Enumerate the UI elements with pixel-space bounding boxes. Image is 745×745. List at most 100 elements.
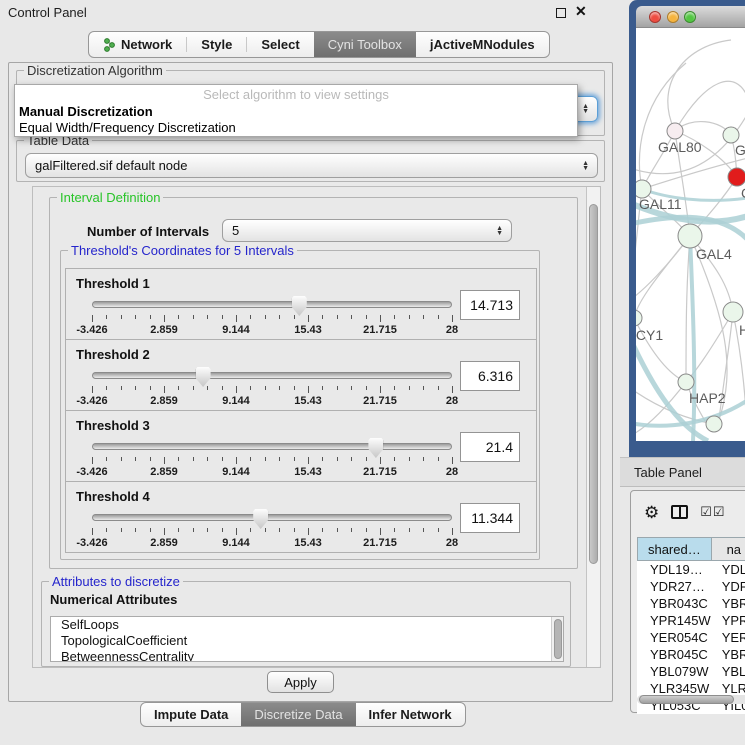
algorithm-dropdown-popup: Select algorithm to view settings Manual… (14, 84, 578, 137)
dropdown-option-equal-width-frequency[interactable]: Equal Width/Frequency Discretization (15, 119, 577, 135)
slider-track[interactable] (92, 372, 452, 379)
network-node[interactable] (667, 123, 683, 139)
zoom-traffic-light-icon[interactable] (684, 11, 696, 23)
slider-tick (135, 315, 136, 319)
slider-thumb[interactable] (292, 296, 307, 316)
network-node[interactable] (678, 374, 694, 390)
cell-name[interactable]: YBL0 (711, 663, 745, 680)
tab-infer-network[interactable]: Infer Network (356, 703, 465, 726)
dropdown-option-manual-discretization[interactable]: Manual Discretization (15, 103, 577, 119)
tab-network[interactable]: Network (89, 32, 186, 57)
threshold-slider[interactable]: -3.4262.8599.14415.4321.71528 (92, 437, 452, 479)
tab-style[interactable]: Style (187, 32, 246, 57)
cell-name[interactable]: YPR1 (711, 612, 745, 629)
slider-track[interactable] (92, 514, 452, 521)
scrollbar-thumb[interactable] (554, 619, 562, 659)
table-row[interactable]: YBR045CYBR0 (638, 646, 745, 663)
table-data-combobox[interactable]: galFiltered.sif default node ▲▼ (25, 153, 598, 178)
network-node[interactable] (723, 127, 739, 143)
cell-shared-name[interactable]: YBR043C (638, 595, 712, 612)
slider-tick (322, 528, 323, 532)
table-row[interactable]: YDR27…YDR2 (638, 578, 745, 595)
checkbox-checked-icons[interactable]: ☑☑ (700, 504, 725, 520)
cell-name[interactable]: YER0 (711, 629, 745, 646)
network-node[interactable] (636, 310, 642, 326)
slider-tick (308, 386, 309, 393)
network-node[interactable] (728, 168, 745, 186)
column-header-shared[interactable]: shared… (638, 538, 712, 561)
minimize-traffic-light-icon[interactable] (667, 11, 679, 23)
cell-shared-name[interactable]: YDL19… (638, 561, 712, 578)
tab-jactivemnodules[interactable]: jActiveMNodules (416, 32, 549, 57)
scrollbar-thumb[interactable] (589, 204, 598, 564)
float-panel-icon[interactable] (556, 8, 566, 18)
slider-tick (294, 528, 295, 532)
table-row[interactable]: YPR145WYPR1 (638, 612, 745, 629)
close-traffic-light-icon[interactable] (649, 11, 661, 23)
slider-track[interactable] (92, 301, 452, 308)
threshold-value-field[interactable]: 6.316 (460, 361, 520, 391)
slider-tick (150, 386, 151, 390)
slider-tick (106, 386, 107, 390)
threshold-label: Threshold 4 (76, 489, 150, 504)
threshold-value-field[interactable]: 14.713 (460, 290, 520, 320)
threshold-slider[interactable]: -3.4262.8599.14415.4321.71528 (92, 366, 452, 408)
cell-shared-name[interactable]: YBL079W (638, 663, 712, 680)
slider-tick (308, 457, 309, 464)
tab-select[interactable]: Select (247, 32, 313, 57)
list-item[interactable]: TopologicalCoefficient (51, 633, 563, 649)
network-node[interactable] (706, 416, 722, 432)
stepper-arrows-icon: ▲▼ (582, 154, 589, 177)
cell-name[interactable]: YDL1 (711, 561, 745, 578)
cell-shared-name[interactable]: YPR145W (638, 612, 712, 629)
slider-tick (438, 528, 439, 532)
slider-thumb[interactable] (368, 438, 383, 458)
slider-tick (308, 315, 309, 322)
network-canvas[interactable]: GAL80GACGAL11GAL4GCY1HHAP2 (636, 28, 745, 441)
table-row[interactable]: YBR043CYBR0 (638, 595, 745, 612)
threshold-row: Threshold 2 -3.4262.8599.14415.4321.7152… (65, 339, 537, 411)
table-horizontal-scrollbar[interactable] (637, 695, 745, 704)
slider-tick-label: 15.43 (294, 537, 322, 549)
list-item[interactable]: SelfLoops (51, 617, 563, 633)
table-row[interactable]: YDL19…YDL1 (638, 561, 745, 578)
cell-shared-name[interactable]: YDR27… (638, 578, 712, 595)
cell-name[interactable]: YBR0 (711, 646, 745, 663)
split-view-icon[interactable] (671, 505, 688, 519)
tab-discretize-data[interactable]: Discretize Data (241, 703, 355, 726)
close-panel-icon[interactable]: ✕ (575, 3, 587, 20)
cell-name[interactable]: YLR3 (711, 680, 745, 697)
table-row[interactable]: YBL079WYBL0 (638, 663, 745, 680)
number-of-intervals-combobox[interactable]: 5 ▲▼ (222, 219, 512, 242)
settings-vertical-scrollbar[interactable] (586, 187, 600, 667)
column-header-name[interactable]: na (711, 538, 745, 561)
apply-button[interactable]: Apply (267, 671, 334, 693)
tab-cyni-toolbox[interactable]: Cyni Toolbox (314, 32, 416, 57)
slider-thumb[interactable] (253, 509, 268, 529)
cell-shared-name[interactable]: YLR345W (638, 680, 712, 697)
slider-thumb[interactable] (196, 367, 211, 387)
slider-tick (92, 386, 93, 393)
scrollbar-thumb[interactable] (639, 695, 734, 704)
table-row[interactable]: YER054CYER0 (638, 629, 745, 646)
cell-name[interactable]: YDR2 (711, 578, 745, 595)
list-item[interactable]: BetweennessCentrality (51, 649, 563, 662)
slider-track[interactable] (92, 443, 452, 450)
interval-definition-group: Interval Definition Number of Intervals … (49, 197, 578, 569)
threshold-value-field[interactable]: 21.4 (460, 432, 520, 462)
network-node[interactable] (678, 224, 702, 248)
threshold-slider[interactable]: -3.4262.8599.14415.4321.71528 (92, 295, 452, 337)
slider-tick (409, 457, 410, 461)
table-row[interactable]: YLR345WYLR3 (638, 680, 745, 697)
slider-tick (394, 528, 395, 532)
threshold-value-field[interactable]: 11.344 (460, 503, 520, 533)
attribute-list-scrollbar[interactable] (551, 617, 563, 661)
cell-shared-name[interactable]: YBR045C (638, 646, 712, 663)
tab-impute-data[interactable]: Impute Data (141, 703, 241, 726)
threshold-slider[interactable]: -3.4262.8599.14415.4321.71528 (92, 508, 452, 550)
table-panel-toolbar: ⚙ ☑☑ (631, 491, 745, 533)
gear-icon[interactable]: ⚙ (644, 504, 659, 521)
cell-name[interactable]: YBR0 (711, 595, 745, 612)
cell-shared-name[interactable]: YER054C (638, 629, 712, 646)
network-node[interactable] (723, 302, 743, 322)
